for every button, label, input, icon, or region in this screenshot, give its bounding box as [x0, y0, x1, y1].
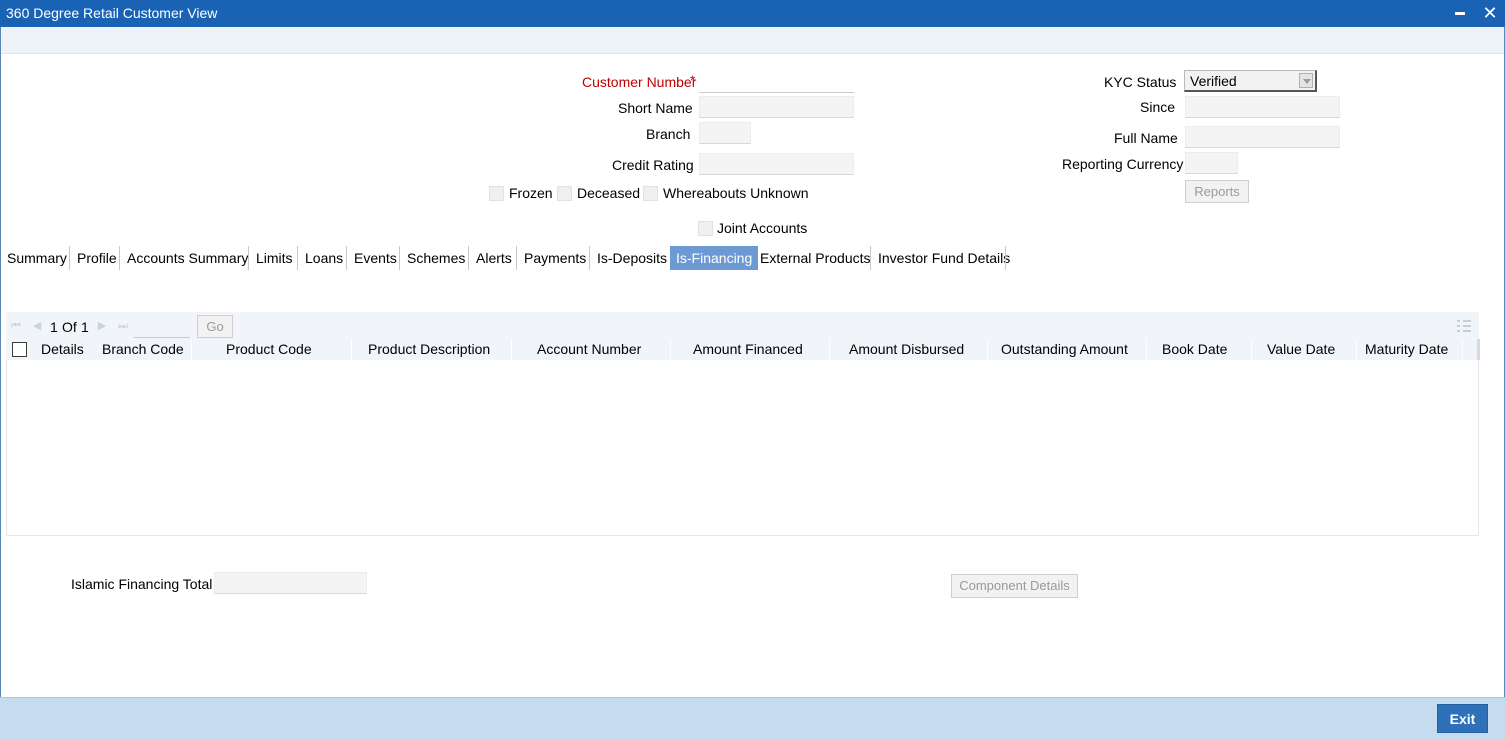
tab-separator: [516, 246, 517, 270]
since-label: Since: [1140, 99, 1176, 115]
tab-separator: [468, 246, 469, 270]
kyc-status-value: Verified: [1190, 73, 1237, 89]
tab-separator: [870, 246, 871, 270]
page-total: 1: [81, 319, 89, 335]
column-settings-icon[interactable]: [1457, 320, 1471, 333]
credit-rating-field: [699, 153, 854, 175]
footer-bar: [0, 697, 1505, 740]
tab-separator: [248, 246, 249, 270]
islamic-financing-total-field: [214, 572, 367, 594]
tab-events[interactable]: Events: [348, 246, 403, 270]
column-separator: [191, 339, 192, 360]
whereabouts-unknown-checkbox[interactable]: [643, 186, 658, 201]
islamic-financing-total-label: Islamic Financing Total: [71, 576, 213, 592]
component-details-button[interactable]: Component Details: [951, 574, 1078, 598]
tab-separator: [69, 246, 70, 270]
customer-number-label: Customer Number: [582, 74, 697, 90]
page-current: 1: [50, 319, 58, 335]
column-header-value-date[interactable]: Value Date: [1267, 341, 1335, 357]
column-separator: [1146, 339, 1147, 360]
tab-is-deposits[interactable]: Is-Deposits: [591, 246, 673, 270]
short-name-label: Short Name: [618, 100, 693, 116]
tab-separator: [346, 246, 347, 270]
column-header-product-code[interactable]: Product Code: [226, 341, 312, 357]
column-header-product-description[interactable]: Product Description: [368, 341, 490, 357]
column-separator: [1462, 339, 1463, 360]
since-field: [1185, 96, 1340, 118]
column-header-branch-code[interactable]: Branch Code: [102, 341, 184, 357]
credit-rating-label: Credit Rating: [612, 157, 694, 173]
column-header-maturity-date[interactable]: Maturity Date: [1365, 341, 1448, 357]
exit-button[interactable]: Exit: [1437, 704, 1488, 733]
select-all-checkbox[interactable]: [12, 342, 27, 357]
customer-number-input[interactable]: [699, 71, 854, 93]
frozen-checkbox[interactable]: [489, 186, 504, 201]
deceased-checkbox[interactable]: [557, 186, 572, 201]
grid-scrollbar[interactable]: [1477, 339, 1480, 360]
tab-profile[interactable]: Profile: [71, 246, 123, 270]
whereabouts-unknown-label: Whereabouts Unknown: [663, 185, 809, 201]
joint-accounts-label: Joint Accounts: [717, 220, 808, 236]
full-name-label: Full Name: [1114, 130, 1178, 146]
column-separator: [829, 339, 830, 360]
first-page-icon[interactable]: ⏮: [10, 320, 22, 332]
tab-schemes[interactable]: Schemes: [401, 246, 471, 270]
column-header-details[interactable]: Details: [41, 341, 84, 357]
dropdown-arrow-icon[interactable]: [1299, 73, 1313, 88]
tab-payments[interactable]: Payments: [518, 246, 592, 270]
tab-separator: [1005, 246, 1006, 270]
joint-accounts-checkbox[interactable]: [698, 221, 713, 236]
kyc-status-select[interactable]: Verified: [1184, 70, 1317, 92]
tab-separator: [589, 246, 590, 270]
column-separator: [351, 339, 352, 360]
go-button[interactable]: Go: [197, 315, 233, 338]
tab-accounts-summary[interactable]: Accounts Summary: [121, 246, 254, 270]
tab-is-financing[interactable]: Is-Financing: [670, 246, 759, 270]
column-separator: [1251, 339, 1252, 360]
kyc-status-label: KYC Status: [1104, 74, 1177, 90]
tab-external-products[interactable]: External Products: [754, 246, 877, 270]
deceased-label: Deceased: [577, 185, 641, 201]
column-header-amount-financed[interactable]: Amount Financed: [693, 341, 803, 357]
short-name-field: [699, 96, 854, 118]
window-border-left: [0, 27, 1, 740]
tab-investor-fund-details[interactable]: Investor Fund Details: [872, 246, 1016, 270]
tab-limits[interactable]: Limits: [250, 246, 299, 270]
tab-separator: [119, 246, 120, 270]
column-separator: [670, 339, 671, 360]
window-title: 360 Degree Retail Customer View: [6, 5, 218, 21]
tab-alerts[interactable]: Alerts: [470, 246, 518, 270]
column-header-account-number[interactable]: Account Number: [537, 341, 641, 357]
page-number-input[interactable]: [134, 316, 190, 338]
column-header-outstanding-amount[interactable]: Outstanding Amount: [1001, 341, 1128, 357]
window-title-bar: 360 Degree Retail Customer View ✕: [0, 0, 1505, 27]
branch-field: [699, 122, 751, 144]
previous-page-icon[interactable]: ◀: [31, 320, 43, 332]
full-name-field: [1185, 126, 1340, 148]
reports-button[interactable]: Reports: [1185, 180, 1249, 203]
next-page-icon[interactable]: ▶: [96, 320, 108, 332]
page-of-label: Of: [62, 319, 77, 335]
tab-loans[interactable]: Loans: [299, 246, 349, 270]
column-separator: [987, 339, 988, 360]
reporting-currency-field: [1185, 152, 1238, 174]
frozen-label: Frozen: [509, 185, 553, 201]
minimize-icon[interactable]: [1450, 3, 1470, 23]
tab-separator: [297, 246, 298, 270]
required-marker: *: [690, 72, 696, 88]
tab-separator: [399, 246, 400, 270]
column-header-amount-disbursed[interactable]: Amount Disbursed: [849, 341, 964, 357]
close-icon[interactable]: ✕: [1480, 3, 1500, 23]
column-separator: [1356, 339, 1357, 360]
last-page-icon[interactable]: ⏭: [117, 320, 129, 332]
branch-label: Branch: [646, 126, 691, 142]
toolbar-strip: [1, 27, 1504, 54]
column-separator: [511, 339, 512, 360]
column-header-book-date[interactable]: Book Date: [1162, 341, 1227, 357]
tab-summary[interactable]: Summary: [1, 246, 73, 270]
reporting-currency-label: Reporting Currency: [1062, 156, 1184, 172]
